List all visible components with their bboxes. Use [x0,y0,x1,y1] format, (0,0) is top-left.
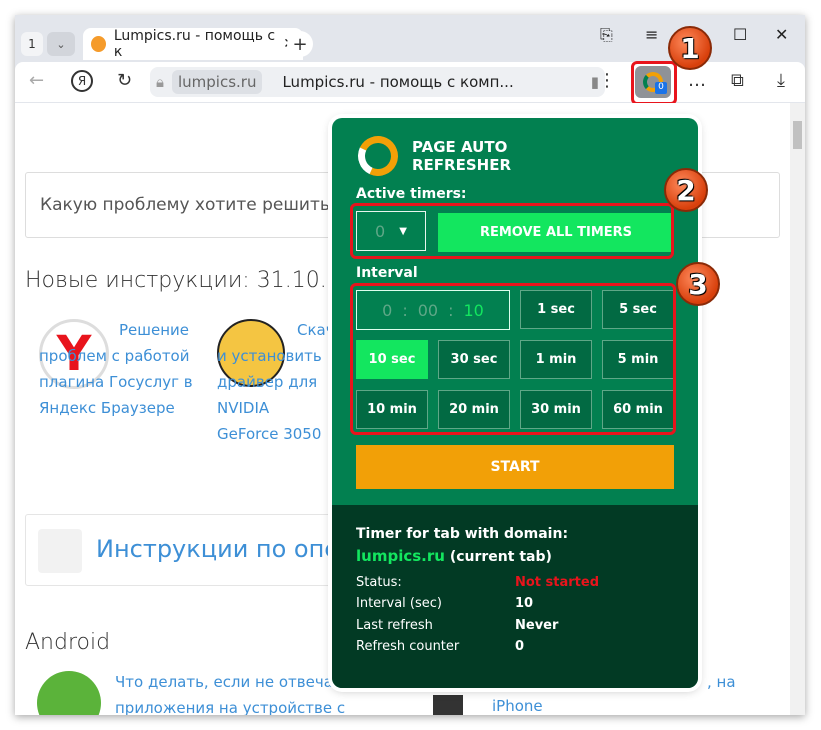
tab-lumpics[interactable]: Lumpics.ru - помощь с к✕ [83,28,303,60]
page-auto-refresher-popup: PAGE AUTO REFRESHER Active timers: 0 ▼ REM… [332,118,698,688]
refresh-counter-label: Refresh counter [356,639,460,654]
menu-icon[interactable]: ≡ [645,25,658,44]
article-link-2[interactable]: Скачать и установить драйвер для NVIDIA … [217,317,332,447]
os-cube-icon [38,529,82,573]
last-refresh-label: Last refresh [356,618,433,633]
article-link-4[interactable]: , на [707,669,736,695]
article-link-3[interactable]: Что делать, если не отвечают приложения … [115,669,345,715]
annotation-box-2 [350,203,674,259]
interval-sec-label: Interval (sec) [356,596,442,611]
android-icon [37,671,101,715]
timer-domain-line: lumpics.ru (current tab) [356,547,552,565]
tabs-dropdown[interactable]: ⌄ [47,32,75,56]
lock-icon: 🔒︎ [156,73,164,91]
active-timers-label: Active timers: [356,186,467,202]
scrollbar[interactable] [790,103,805,715]
close-window-icon[interactable]: ✕ [775,25,788,44]
collections-icon[interactable]: ⎘ [600,25,613,45]
apple-icon [433,695,463,715]
last-refresh-value: Never [515,618,559,633]
more-icon[interactable]: ⋮ [598,70,616,91]
title-line-1: PAGE AUTO [412,138,508,156]
address-title: Lumpics.ru - помощь с комп... [282,73,514,91]
new-tab-button[interactable]: + [287,31,313,57]
os-instructions-heading: Инструкции по опер [96,535,355,563]
article-link-5[interactable]: iPhone [492,693,543,715]
address-domain: lumpics.ru [171,70,263,94]
new-instructions-heading: Новые инструкции: 31.10.202 [25,268,369,293]
os-instructions-card[interactable]: Инструкции по опер [25,514,354,586]
timer-info-panel: Timer for tab with domain: lumpics.ru (c… [332,505,698,688]
tab-title: Lumpics.ru - помощь с к [113,28,276,60]
interval-sec-value: 10 [515,596,534,611]
status-label: Status: [356,575,402,590]
status-value: Not started [515,575,600,590]
title-line-2: REFRESHER [412,156,511,174]
tab-counter[interactable]: 1 [21,32,43,56]
refresher-logo-icon [352,130,404,182]
refresh-counter-value: 0 [515,639,525,654]
start-button[interactable]: START [356,445,674,489]
annotation-3: 3 [676,262,720,306]
scrollbar-thumb[interactable] [793,121,802,149]
maximize-icon[interactable]: ☐ [733,25,747,44]
address-bar[interactable]: 🔒︎ lumpics.ru Lumpics.ru - помощь с комп..… [150,67,605,97]
annotation-box-1 [631,61,677,105]
back-icon[interactable]: ← [29,70,44,91]
overflow-icon[interactable]: … [688,70,706,91]
timer-for-label: Timer for tab with domain: [356,526,569,542]
article-link-3-text: Что делать, если не отвечают приложения … [115,673,345,715]
reload-icon[interactable]: ↻ [117,70,132,91]
yandex-icon[interactable]: Я [71,70,93,92]
download-icon[interactable]: ⤓ [777,70,785,91]
interval-label: Interval [356,265,418,281]
favicon-icon [91,36,106,52]
popup-title: PAGE AUTO REFRESHER [412,138,511,174]
annotation-1: 1 [668,26,712,70]
extensions-icon[interactable]: ⧉ [731,70,744,91]
article-link-1[interactable]: Решение проблем с работой плагина Госусл… [39,317,239,421]
annotation-2: 2 [664,168,708,212]
current-tab-label: (current tab) [449,549,552,565]
annotation-box-3 [350,283,676,435]
android-heading: Android [25,630,111,655]
timer-domain: lumpics.ru [356,547,445,565]
